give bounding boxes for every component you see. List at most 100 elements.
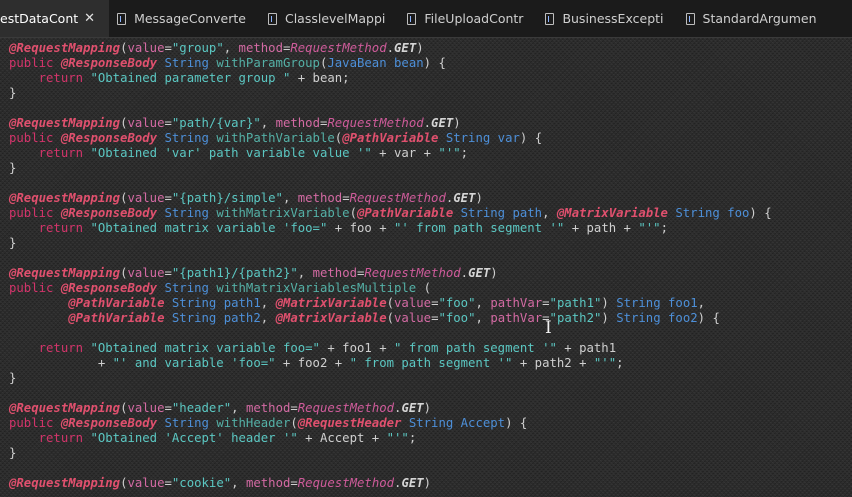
- code-token: String: [164, 206, 209, 220]
- code-token: "path1": [549, 296, 602, 310]
- code-line[interactable]: @RequestMapping(value="path/{var}", meth…: [9, 116, 852, 131]
- code-token: @RequestMapping: [9, 191, 121, 205]
- editor-tab[interactable]: BusinessExcepti: [537, 0, 677, 37]
- editor-tab[interactable]: estDataCont ✕: [0, 0, 110, 37]
- code-token: GET: [401, 401, 424, 415]
- editor-tab[interactable]: MessageConverte: [109, 0, 260, 37]
- code-token: ) {: [505, 416, 528, 430]
- code-token: GET: [401, 476, 424, 490]
- code-token: "Obtained parameter group ": [90, 71, 291, 85]
- code-line[interactable]: return "Obtained parameter group " + bea…: [9, 71, 852, 86]
- code-token: String: [164, 131, 209, 145]
- code-line[interactable]: public @ResponseBody String withMatrixVa…: [9, 206, 852, 221]
- code-line[interactable]: @RequestMapping(value="header", method=R…: [9, 401, 852, 416]
- code-token: withHeader: [216, 416, 291, 430]
- code-token: "{path}/simple": [171, 191, 283, 205]
- code-token: pathVar: [490, 311, 543, 325]
- code-token: "Obtained matrix variable foo=": [90, 341, 320, 355]
- code-line[interactable]: return "Obtained 'Accept' header '" + Ac…: [9, 431, 852, 446]
- editor-tab[interactable]: FileUploadContr: [399, 0, 537, 37]
- code-token: public: [9, 416, 54, 430]
- code-line[interactable]: public @ResponseBody String withMatrixVa…: [9, 281, 852, 296]
- code-token: GET: [468, 266, 491, 280]
- editor-tab[interactable]: ClasslevelMappi: [260, 0, 399, 37]
- code-token: ;: [660, 221, 668, 235]
- code-token: "Obtained 'var' path variable value '": [90, 146, 372, 160]
- code-token: value: [127, 476, 165, 490]
- code-token: ): [416, 41, 424, 55]
- code-token: bean: [394, 56, 424, 70]
- code-line[interactable]: @RequestMapping(value="group", method=Re…: [9, 41, 852, 56]
- code-token: path: [512, 206, 543, 220]
- code-line[interactable]: return "Obtained matrix variable foo=" +…: [9, 341, 852, 356]
- code-token: ,: [475, 296, 491, 310]
- code-token: String: [616, 296, 661, 310]
- close-tab-icon[interactable]: ✕: [84, 11, 95, 26]
- code-token: method: [297, 191, 343, 205]
- code-token: + bean;: [290, 71, 350, 85]
- code-token: ): [423, 476, 432, 490]
- code-token: + foo2 +: [275, 356, 350, 370]
- code-line[interactable]: [9, 326, 852, 341]
- code-content[interactable]: @RequestMapping(value="group", method=Re…: [0, 38, 852, 491]
- code-line[interactable]: @RequestMapping(value="{path1}/{path2}",…: [9, 266, 852, 281]
- code-line[interactable]: public @ResponseBody String withParamGro…: [9, 56, 852, 71]
- code-editor[interactable]: @RequestMapping(value="group", method=Re…: [0, 38, 852, 497]
- code-line[interactable]: }: [9, 371, 852, 386]
- editor-tab-label: MessageConverte: [134, 11, 246, 26]
- code-token: foo: [727, 206, 750, 220]
- code-token: @MatrixVariable: [275, 296, 387, 310]
- code-line[interactable]: return "Obtained matrix variable 'foo=" …: [9, 221, 852, 236]
- code-line[interactable]: [9, 251, 852, 266]
- code-line[interactable]: }: [9, 86, 852, 101]
- code-token: @RequestMapping: [9, 116, 121, 130]
- code-token: Accept: [460, 416, 506, 430]
- code-line[interactable]: return "Obtained 'var' path variable val…: [9, 146, 852, 161]
- code-line[interactable]: public @ResponseBody String withPathVari…: [9, 131, 852, 146]
- code-token: @MatrixVariable: [556, 206, 668, 220]
- code-token: String: [675, 206, 720, 220]
- code-line[interactable]: [9, 176, 852, 191]
- java-file-icon: [685, 12, 695, 25]
- code-line[interactable]: [9, 461, 852, 476]
- code-token: + path2 +: [512, 356, 594, 370]
- code-token: String: [171, 296, 217, 310]
- code-token: "'": [593, 356, 617, 370]
- code-token: path1: [223, 296, 261, 310]
- code-token: + foo1 +: [319, 341, 395, 355]
- editor-tab[interactable]: StandardArgumen: [678, 0, 831, 37]
- code-token: GET: [453, 191, 476, 205]
- code-line[interactable]: [9, 101, 852, 116]
- code-token: public: [9, 206, 54, 220]
- code-token: =: [164, 116, 172, 130]
- code-line[interactable]: @RequestMapping(value="cookie", method=R…: [9, 476, 852, 491]
- code-token: }: [9, 236, 17, 250]
- code-line[interactable]: @PathVariable String path1, @MatrixVaria…: [9, 296, 852, 311]
- code-token: String: [408, 416, 454, 430]
- code-line[interactable]: }: [9, 446, 852, 461]
- code-token: @PathVariable: [356, 206, 454, 220]
- code-token: ) {: [423, 56, 446, 70]
- code-token: ,: [697, 296, 706, 310]
- code-line[interactable]: @PathVariable String path2, @MatrixVaria…: [9, 311, 852, 326]
- code-token: ): [490, 266, 498, 280]
- code-token: "path2": [549, 311, 602, 325]
- code-line[interactable]: + "' and variable 'foo=" + foo2 + " from…: [9, 356, 852, 371]
- code-token: String: [616, 311, 661, 325]
- code-line[interactable]: }: [9, 236, 852, 251]
- code-line[interactable]: }: [9, 161, 852, 176]
- code-token: ,: [542, 206, 557, 220]
- code-token: =: [164, 41, 172, 55]
- code-token: "foo": [438, 311, 476, 325]
- code-line[interactable]: @RequestMapping(value="{path}/simple", m…: [9, 191, 852, 206]
- code-token: value: [127, 266, 165, 280]
- java-file-icon: [407, 12, 417, 25]
- code-token: =: [290, 476, 298, 490]
- code-line[interactable]: public @ResponseBody String withHeader(@…: [9, 416, 852, 431]
- code-line[interactable]: [9, 386, 852, 401]
